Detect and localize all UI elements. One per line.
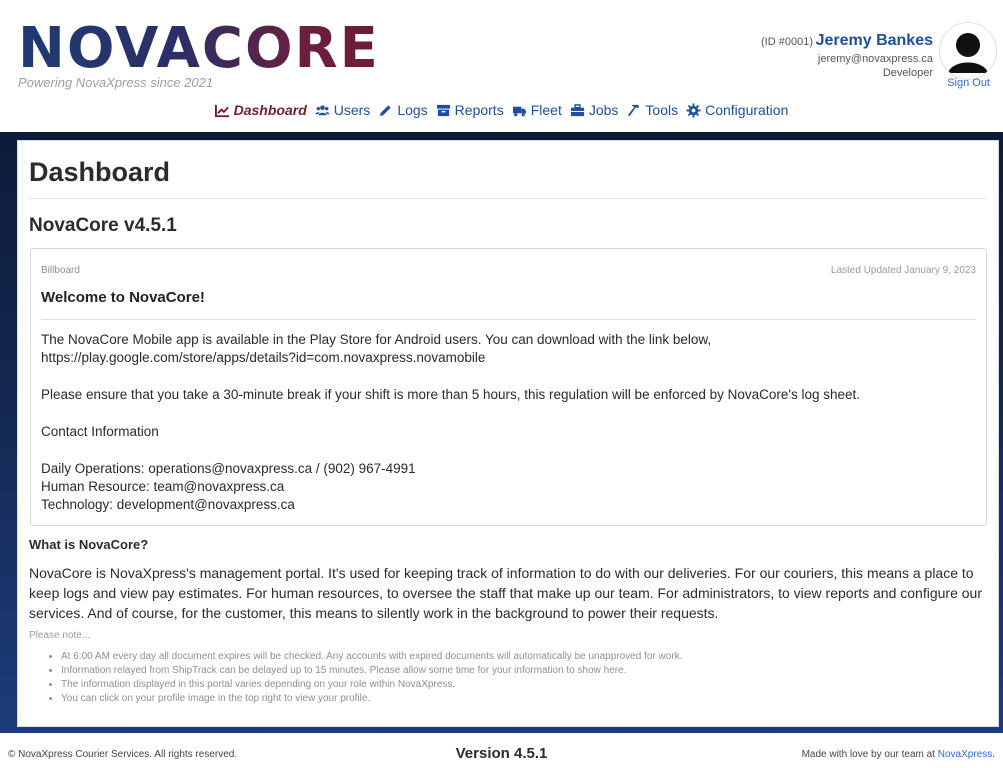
- billboard-updated: Lasted Updated January 9, 2023: [830, 265, 976, 276]
- user-icon: [941, 24, 995, 78]
- nav-dashboard[interactable]: Dashboard: [214, 102, 307, 118]
- note-item: The information displayed in this portal…: [61, 678, 981, 692]
- hammer-icon: [628, 104, 640, 116]
- nav-fleet[interactable]: Fleet: [512, 102, 562, 118]
- footer: © NovaXpress Courier Services. All right…: [0, 733, 1003, 768]
- nav-fleet-label: Fleet: [530, 102, 562, 118]
- note-item: Information relayed from ShipTrack can b…: [61, 664, 981, 678]
- nav-tools[interactable]: Tools: [626, 102, 678, 118]
- nav-reports[interactable]: Reports: [436, 102, 504, 118]
- billboard-contact-tech: Technology: development@novaxpress.ca: [41, 497, 295, 512]
- main-nav: Dashboard Users Logs Reports Fleet Jobs …: [0, 102, 1003, 118]
- briefcase-icon: [570, 103, 584, 116]
- billboard-contact-operations: Daily Operations: operations@novaxpress.…: [41, 461, 416, 476]
- novacore-logo[interactable]: NOVACORE: [18, 18, 380, 80]
- made-suffix: .: [992, 749, 995, 760]
- note-item: You can click on your profile image in t…: [61, 692, 981, 706]
- page-title: Dashboard: [29, 157, 171, 187]
- users-icon: [315, 104, 330, 115]
- tagline: Powering NovaXpress since 2021: [18, 75, 214, 90]
- billboard-paragraph-break: Please ensure that you take a 30-minute …: [41, 387, 861, 402]
- nav-jobs[interactable]: Jobs: [570, 102, 619, 118]
- billboard-contact-hr: Human Resource: team@novaxpress.ca: [41, 479, 285, 494]
- note-item: At 6:00 AM every day all document expire…: [61, 650, 981, 664]
- billboard-kicker: Billboard: [41, 265, 80, 276]
- made-with-love-text: Made with love by our team at NovaXpress…: [802, 749, 995, 760]
- truck-icon: [512, 106, 526, 116]
- notes-list: At 6:00 AM every day all document expire…: [49, 650, 981, 706]
- user-name[interactable]: Jeremy Bankes: [816, 32, 933, 50]
- nav-users-label: Users: [333, 102, 371, 118]
- novaxpress-link[interactable]: NovaXpress: [938, 749, 992, 760]
- main-panel: Dashboard NovaCore v4.5.1 Billboard Last…: [17, 140, 999, 727]
- divider: [29, 198, 987, 199]
- nav-dashboard-label: Dashboard: [233, 102, 307, 118]
- pencil-icon: [380, 104, 391, 116]
- nav-logs-label: Logs: [397, 102, 428, 118]
- nav-tools-label: Tools: [645, 102, 679, 118]
- version-heading: NovaCore v4.5.1: [29, 215, 177, 236]
- chart-line-icon: [214, 104, 229, 117]
- avatar[interactable]: [939, 22, 997, 80]
- sign-out-link[interactable]: Sign Out: [947, 77, 990, 89]
- logo-text: NOVACORE: [18, 16, 380, 81]
- billboard-paragraph-app: The NovaCore Mobile app is available in …: [41, 332, 712, 347]
- nav-configuration[interactable]: Configuration: [686, 102, 788, 118]
- archive-icon: [436, 104, 450, 116]
- nav-users[interactable]: Users: [315, 102, 371, 118]
- nav-reports-label: Reports: [454, 102, 504, 118]
- billboard-contact-heading: Contact Information: [41, 424, 159, 439]
- user-role: Developer: [882, 67, 933, 79]
- user-email: jeremy@novaxpress.ca: [817, 53, 933, 65]
- gear-icon: [686, 102, 701, 118]
- nav-jobs-label: Jobs: [588, 102, 619, 118]
- nav-logs[interactable]: Logs: [378, 102, 428, 118]
- user-id: (ID #0001): [761, 36, 813, 48]
- billboard-heading: Welcome to NovaCore!: [41, 289, 205, 306]
- notes-label: Please note...: [29, 630, 91, 641]
- billboard-divider: [41, 319, 976, 320]
- nav-configuration-label: Configuration: [705, 102, 789, 118]
- header: NOVACORE Powering NovaXpress since 2021 …: [0, 0, 1003, 132]
- billboard-play-store-link[interactable]: https://play.google.com/store/apps/detai…: [41, 349, 971, 367]
- what-is-heading: What is NovaCore?: [29, 537, 149, 552]
- made-prefix: Made with love by our team at: [801, 749, 938, 760]
- billboard-card: Billboard Lasted Updated January 9, 2023…: [30, 248, 987, 526]
- what-is-text: NovaCore is NovaXpress's management port…: [29, 565, 982, 621]
